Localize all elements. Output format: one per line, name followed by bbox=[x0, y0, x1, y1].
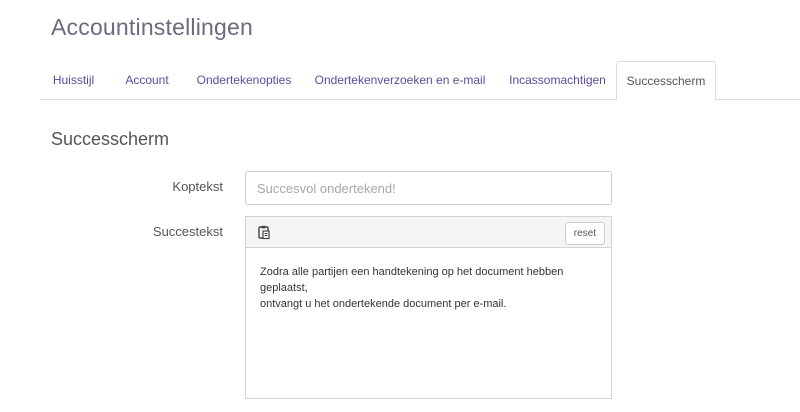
koptekst-label: Koptekst bbox=[172, 179, 223, 194]
reset-button[interactable]: reset bbox=[564, 222, 605, 245]
succestekst-editor: reset Zodra alle partijen een handtekeni… bbox=[245, 216, 612, 399]
tab-incassomachtigen[interactable]: Incassomachtigen bbox=[499, 61, 616, 100]
succestekst-line-2: ontvangt u het ondertekende document per… bbox=[260, 298, 507, 310]
section-title: Successcherm bbox=[51, 129, 170, 149]
settings-tabs: Huisstijl Account Ondertekenopties Onder… bbox=[40, 61, 800, 101]
editor-toolbar: reset bbox=[246, 217, 611, 248]
succestekst-label: Succestekst bbox=[152, 224, 223, 239]
tab-account[interactable]: Account bbox=[114, 61, 180, 100]
page-title: Accountinstellingen bbox=[51, 14, 253, 40]
succestekst-line-1: Zodra alle partijen een handtekening op … bbox=[260, 266, 564, 294]
koptekst-input[interactable] bbox=[245, 171, 612, 205]
tab-huisstijl[interactable]: Huisstijl bbox=[40, 61, 107, 100]
tab-successcherm[interactable]: Successcherm bbox=[616, 61, 716, 101]
tab-ondertekenopties[interactable]: Ondertekenopties bbox=[187, 61, 301, 100]
paste-icon[interactable] bbox=[257, 225, 271, 240]
tab-ondertekenverzoeken-en-email[interactable]: Ondertekenverzoeken en e-mail bbox=[308, 61, 492, 100]
succestekst-textarea[interactable]: Zodra alle partijen een handtekening op … bbox=[246, 248, 611, 398]
